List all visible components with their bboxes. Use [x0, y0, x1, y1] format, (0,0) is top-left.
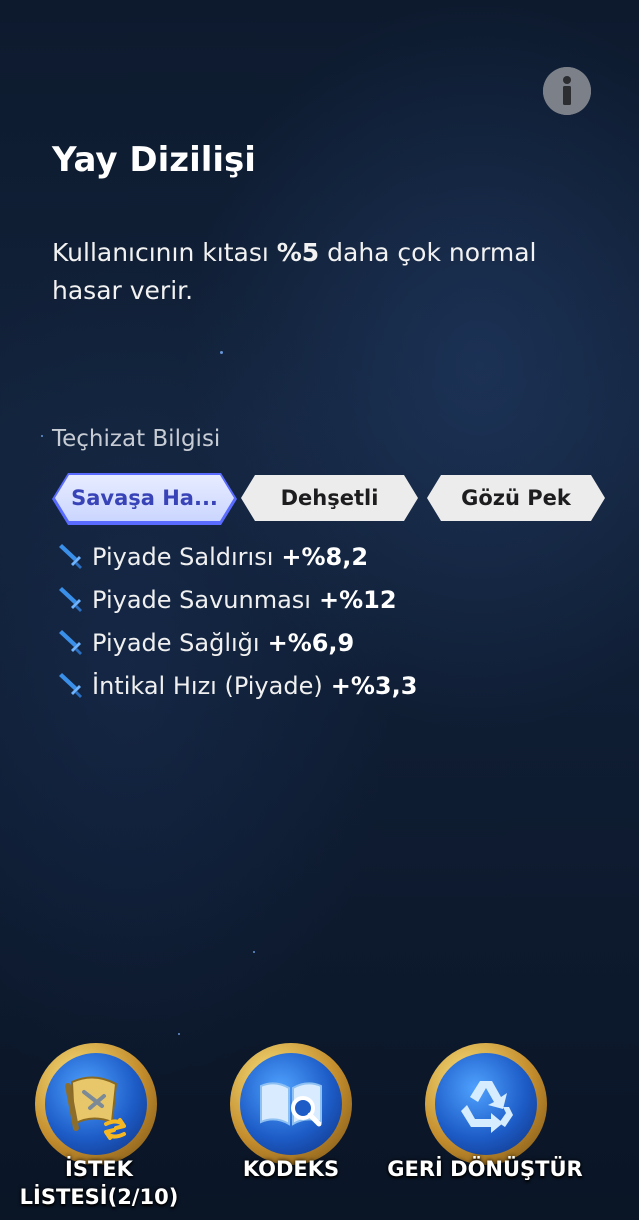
stat-list: Piyade Saldırısı +%8,2 Piyade Savunması …: [56, 535, 417, 707]
tab-label: Gözü Pek: [427, 475, 605, 521]
particle: [41, 435, 43, 437]
info-icon: [543, 67, 591, 115]
stat-value: +%3,3: [330, 671, 418, 700]
tab-savasa-hazir[interactable]: Savaşa Ha...: [55, 475, 234, 523]
formation-description: Kullanıcının kıtası %5 daha çok normal h…: [52, 234, 592, 310]
button-face: [435, 1053, 537, 1155]
description-value: %5: [276, 238, 320, 267]
wishlist-label: İSTEK LİSTESİ(2/10): [4, 1155, 194, 1211]
wishlist-scroll-icon: [65, 1076, 126, 1140]
recycle-label: GERİ DÖNÜŞTÜR: [387, 1157, 583, 1181]
particle: [253, 951, 255, 953]
equipment-tabs: Savaşa Ha... Dehşetli Gözü Pek: [55, 475, 610, 523]
particle: [220, 351, 223, 354]
stat-row: Piyade Saldırısı +%8,2: [56, 535, 417, 578]
recycle-button[interactable]: [425, 1043, 547, 1165]
codex-button[interactable]: [230, 1043, 352, 1165]
stat-label: Piyade Savunması: [92, 585, 311, 614]
sword-icon: [59, 629, 82, 655]
stat-value: +%6,9: [267, 628, 355, 657]
formation-title: Yay Dizilişi: [52, 140, 256, 180]
stat-row: Piyade Savunması +%12: [56, 578, 417, 621]
equipment-info-label: Teçhizat Bilgisi: [52, 426, 221, 452]
sword-icon: [59, 586, 82, 612]
stat-row: İntikal Hızı (Piyade) +%3,3: [56, 664, 417, 707]
tab-gozu-pek[interactable]: Gözü Pek: [427, 475, 605, 523]
stat-label: İntikal Hızı (Piyade): [92, 671, 323, 700]
codex-label: KODEKS: [242, 1157, 340, 1181]
stat-label: Piyade Sağlığı: [92, 628, 260, 657]
tab-label: Dehşetli: [241, 475, 418, 521]
sword-icon: [59, 672, 82, 698]
tab-dehsetli[interactable]: Dehşetli: [241, 475, 418, 523]
tab-label: Savaşa Ha...: [55, 475, 234, 521]
sword-icon: [59, 543, 82, 569]
wishlist-label-line1: İSTEK: [65, 1157, 133, 1181]
recycle-icon: [461, 1081, 513, 1133]
stat-value: +%12: [318, 585, 397, 614]
description-prefix: Kullanıcının kıtası: [52, 238, 277, 267]
stat-label: Piyade Saldırısı: [92, 542, 274, 571]
book-search-icon: [260, 1082, 322, 1127]
wishlist-label-line2: LİSTESİ(2/10): [19, 1185, 179, 1209]
stat-value: +%8,2: [281, 542, 369, 571]
info-button[interactable]: [543, 67, 591, 115]
button-face: [45, 1053, 147, 1155]
button-face: [240, 1053, 342, 1155]
stat-row: Piyade Sağlığı +%6,9: [56, 621, 417, 664]
wishlist-button[interactable]: [35, 1043, 157, 1165]
particle: [178, 1033, 180, 1035]
